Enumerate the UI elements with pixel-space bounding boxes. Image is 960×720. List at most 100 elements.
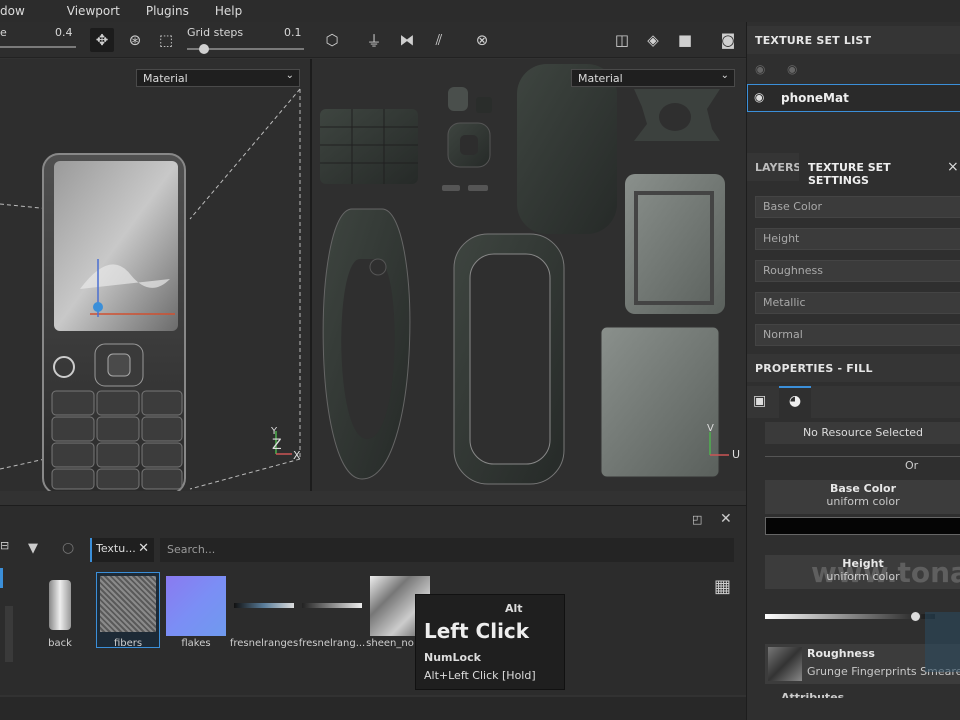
shelf-item-flakes[interactable] xyxy=(166,576,226,636)
menu-item-viewport[interactable]: Viewport xyxy=(67,4,120,18)
rotate-light-icon[interactable]: ⊛ xyxy=(123,28,147,52)
reset-view-icon[interactable]: ⊗ xyxy=(470,28,494,52)
viewport-toolbar: e 0.4 ✥ ⊛ ⬚ Grid steps 0.1 ⬡ ⏚ ⧓ ⫽ ⊗ ◫ ◈… xyxy=(0,22,746,58)
size-label: e xyxy=(0,26,7,39)
properties-tabbar: ▣ ◕ xyxy=(747,386,960,418)
refresh-icon[interactable]: ○ xyxy=(62,540,74,556)
shelf-item-label: flakes xyxy=(181,638,211,649)
mirror-icon[interactable]: ⧓ xyxy=(395,28,419,52)
cube-icon[interactable]: ◈ xyxy=(641,28,665,52)
shelf-item-fresnelranges-2[interactable] xyxy=(302,603,362,608)
viewport-2d[interactable]: Material ⌄ V U xyxy=(312,59,746,491)
shelf-nav-icon[interactable]: ⊟ xyxy=(0,539,10,559)
transform-icon[interactable]: ✥ xyxy=(90,28,114,52)
shelf-panel: ◰ ✕ ⊟ ▼ ○ Textu... ✕ Search... ▦ back fi… xyxy=(0,505,746,695)
screenshot-icon[interactable]: ◙ xyxy=(716,28,740,52)
base-color-sub: uniform color xyxy=(826,495,900,508)
eye-hidden-icon[interactable]: ◉ xyxy=(755,62,765,76)
menu-bar: dow Viewport Plugins Help xyxy=(0,0,960,22)
visibility-eye-icon[interactable]: ◉ xyxy=(754,90,764,104)
material-select-3d-value: Material xyxy=(143,72,188,85)
axis-x-label: X xyxy=(293,449,301,462)
chevron-down-icon: ⌄ xyxy=(720,70,729,81)
roughness-title: Roughness xyxy=(807,647,875,660)
shelf-item-label: fresnelranges xyxy=(229,638,299,649)
close-icon[interactable]: ✕ xyxy=(720,511,732,527)
watermark-logo xyxy=(925,612,960,672)
texture-set-list-header: TEXTURE SET LIST xyxy=(747,26,960,54)
or-label: Or xyxy=(901,459,923,472)
camera-video-icon[interactable]: ■ xyxy=(673,28,697,52)
layers-tabbar: LAYERS TEXTURE SET SETTINGS × xyxy=(747,153,960,187)
or-divider xyxy=(765,456,960,457)
select-region-icon[interactable]: ⬚ xyxy=(154,28,178,52)
no-resource-field[interactable]: No Resource Selected xyxy=(765,422,960,444)
channel-height[interactable]: Height xyxy=(755,228,960,250)
display-mode-icon[interactable]: ⬡ xyxy=(320,28,344,52)
attributes-section[interactable]: Attributes xyxy=(781,691,844,698)
status-bar xyxy=(0,697,746,720)
bottle-icon xyxy=(49,580,71,630)
shelf-item-fresnelranges[interactable] xyxy=(234,603,294,608)
material-select-2d-value: Material xyxy=(578,72,623,85)
menu-item-window[interactable]: dow xyxy=(0,4,25,18)
tab-texture-set-settings[interactable]: TEXTURE SET SETTINGS xyxy=(799,153,960,187)
axis-z-label: Z xyxy=(272,437,282,453)
properties-fill-header: PROPERTIES - FILL xyxy=(747,354,960,382)
texture-set-item-phonemat[interactable]: ◉ phoneMat xyxy=(747,84,960,112)
material-select-3d[interactable]: Material ⌄ xyxy=(136,69,300,87)
menu-item-help[interactable]: Help xyxy=(215,4,242,18)
grid-steps-label: Grid steps xyxy=(187,26,244,39)
uv-axis-gizmo xyxy=(709,432,729,456)
base-color-swatch[interactable] xyxy=(765,517,960,535)
close-icon[interactable]: ✕ xyxy=(138,541,149,556)
grid-steps-value[interactable]: 0.1 xyxy=(284,26,302,39)
viewport-3d[interactable]: Material ⌄ Y Z X xyxy=(0,59,310,491)
grid-view-icon[interactable]: ▦ xyxy=(714,576,731,597)
fibers-texture xyxy=(100,576,156,632)
watermark-text: www.tona xyxy=(811,556,960,589)
menu-item-plugins[interactable]: Plugins xyxy=(146,4,189,18)
tooltip-hint: Alt+Left Click [Hold] xyxy=(424,669,536,682)
tab-layers[interactable]: LAYERS xyxy=(755,161,801,174)
channel-metallic[interactable]: Metallic xyxy=(755,292,960,314)
chevron-down-icon: ⌄ xyxy=(285,70,294,81)
channel-normal[interactable]: Normal xyxy=(755,324,960,346)
shelf-search-input[interactable]: Search... xyxy=(160,538,734,562)
material-settings-icon[interactable]: ▣ xyxy=(753,393,766,409)
close-icon[interactable]: × xyxy=(947,159,959,175)
texture-set-name: phoneMat xyxy=(781,91,849,105)
shelf-item-label: sheen_no xyxy=(366,638,414,649)
roughness-thumbnail xyxy=(768,647,802,681)
tooltip-action: Left Click xyxy=(424,619,530,643)
shelf-item-fibers[interactable] xyxy=(96,572,160,648)
shelf-item-back[interactable] xyxy=(30,576,90,636)
snap-icon[interactable]: ⫽ xyxy=(427,28,451,52)
base-color-property[interactable]: Base Color uniform color xyxy=(765,480,960,514)
material-select-2d[interactable]: Material ⌄ xyxy=(571,69,735,87)
eye-icon[interactable]: ◉ xyxy=(787,62,797,76)
uv-texture-layout xyxy=(320,64,725,485)
size-value[interactable]: 0.4 xyxy=(55,26,73,39)
channel-roughness[interactable]: Roughness xyxy=(755,260,960,282)
shelf-scrollbar[interactable] xyxy=(5,606,13,662)
fill-sphere-icon[interactable]: ◕ xyxy=(779,386,811,418)
size-slider[interactable] xyxy=(0,46,76,48)
axis-y-label: Y xyxy=(271,426,278,437)
shelf-item-label: fibers xyxy=(113,638,143,649)
shelf-category-marker xyxy=(0,568,3,588)
height-slider-knob[interactable] xyxy=(909,611,921,622)
shortcut-tooltip: Alt Left Click NumLock Alt+Left Click [H… xyxy=(415,594,565,690)
tooltip-key: NumLock xyxy=(424,651,481,664)
shelf-item-label: fresnelrang... xyxy=(298,638,366,649)
channel-base-color[interactable]: Base Color xyxy=(755,196,960,218)
shelf-filter-tab[interactable]: Textu... ✕ xyxy=(90,538,154,562)
phone-3d-render xyxy=(0,88,301,491)
maximize-icon[interactable]: ◰ xyxy=(692,513,702,526)
filter-icon[interactable]: ▼ xyxy=(28,541,38,556)
view-split-icon[interactable]: ◫ xyxy=(610,28,634,52)
base-color-title: Base Color xyxy=(829,482,897,495)
tooltip-modifier: Alt xyxy=(505,602,523,615)
symmetry-icon[interactable]: ⏚ xyxy=(362,28,386,52)
grid-steps-knob[interactable] xyxy=(199,44,209,54)
